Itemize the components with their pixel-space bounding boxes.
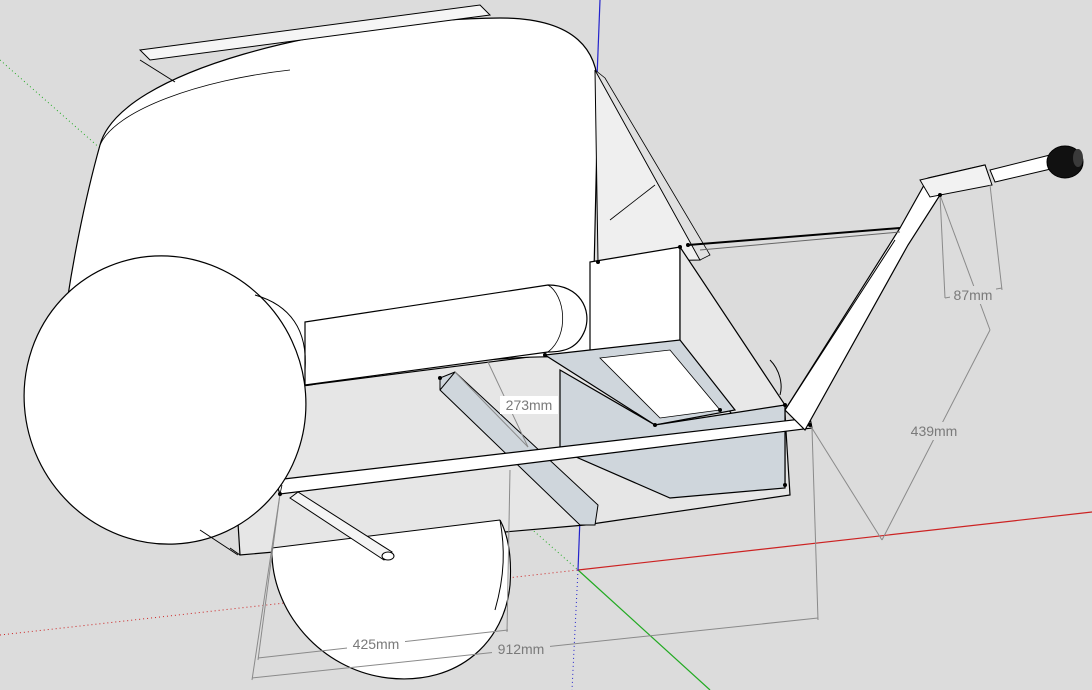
dimension-87mm[interactable]: 87mm [954, 287, 993, 303]
bottom-wheel[interactable] [271, 519, 512, 680]
handle-shaft[interactable] [989, 154, 1056, 183]
dimension-912mm[interactable]: 912mm [498, 641, 545, 657]
handle-clamp[interactable] [919, 164, 993, 198]
dimension-425mm[interactable]: 425mm [353, 636, 400, 652]
dimension-439mm[interactable]: 439mm [911, 423, 958, 439]
model-canvas[interactable]: 87mm 439mm 273mm 425mm 912mm [0, 0, 1092, 690]
tie-rod[interactable] [687, 227, 901, 246]
dimension-273mm[interactable]: 273mm [506, 397, 553, 413]
blue-axis-dotted [571, 569, 579, 690]
modeling-viewport[interactable]: 87mm 439mm 273mm 425mm 912mm [0, 0, 1092, 690]
red-axis [577, 511, 1092, 571]
green-axis [577, 569, 711, 690]
